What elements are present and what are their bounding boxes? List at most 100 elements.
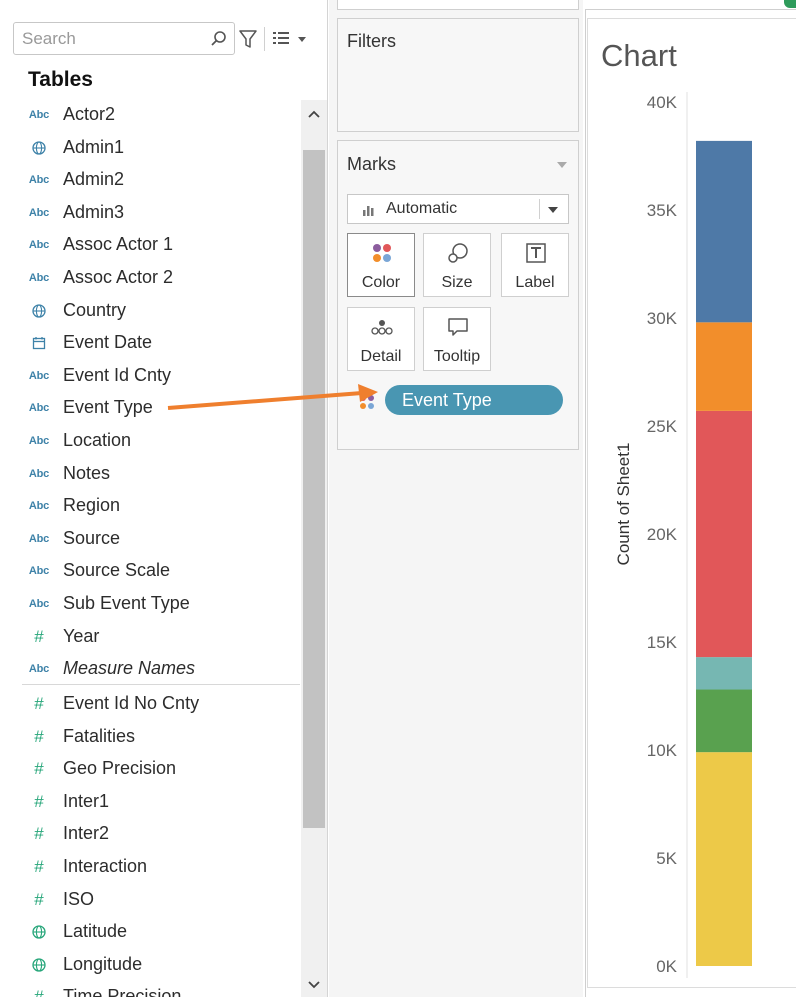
chart-svg[interactable]: 0K 5K 10K 15K 20K 25K 30K 35K 40K Count of Sheet1 (587, 18, 796, 988)
bar-segment-5[interactable] (696, 140, 752, 323)
field-label: Assoc Actor 2 (63, 267, 174, 287)
field-item-geo-precision[interactable]: # Geo Precision (22, 754, 300, 784)
field-item-assoc-actor-1[interactable]: Abc Assoc Actor 1 (22, 230, 300, 260)
field-label: Source Scale (63, 560, 171, 581)
abc-string-icon: Abc (28, 174, 50, 187)
field-label: Country (63, 299, 127, 320)
marks-title: Marks (347, 154, 396, 174)
field-item-interaction[interactable]: # Interaction (22, 852, 300, 882)
field-item-event-date[interactable]: Event Date (22, 328, 300, 358)
color-mark-label: Color (361, 274, 401, 291)
field-label: Region (63, 495, 121, 516)
size-circles-icon (448, 243, 468, 263)
y-tick-label: 20K (647, 525, 678, 544)
toolbar-separator (264, 27, 265, 51)
field-item-iso[interactable]: # ISO (22, 885, 300, 915)
globe-icon (28, 139, 50, 157)
hash-number-icon: # (34, 626, 44, 646)
globe-icon (28, 302, 50, 320)
abc-string-icon: Abc (28, 500, 50, 513)
filter-icon[interactable] (238, 28, 258, 50)
bar-segment-4[interactable] (696, 322, 752, 411)
search-icon[interactable] (210, 30, 228, 48)
y-tick-label: 5K (656, 849, 677, 868)
filters-title: Filters (347, 31, 396, 51)
bar-segment-1[interactable] (696, 689, 752, 753)
tooltip-mark-button[interactable]: Tooltip (423, 307, 491, 371)
abc-string-icon: Abc (28, 532, 50, 545)
bar-segment-2[interactable] (696, 657, 752, 690)
hash-number-icon: # (34, 889, 44, 909)
field-item-event-type[interactable]: Abc Event Type (22, 393, 300, 423)
field-item-fatalities[interactable]: # Fatalities (22, 722, 300, 752)
field-label: Sub Event Type (63, 593, 190, 613)
scrollbar-thumb[interactable] (303, 150, 325, 828)
size-mark-button[interactable]: Size (423, 233, 491, 297)
field-item-actor2[interactable]: Abc Actor2 (22, 100, 300, 130)
field-item-event-id-cnty[interactable]: Abc Event Id Cnty (22, 361, 300, 391)
field-item-inter1[interactable]: # Inter1 (22, 787, 300, 817)
mark-type-select[interactable]: Automatic (347, 194, 569, 224)
field-item-inter2[interactable]: # Inter2 (22, 819, 300, 849)
scroll-up-icon[interactable] (302, 104, 326, 124)
y-tick-label: 30K (647, 309, 678, 328)
filters-shelf[interactable]: Filters (337, 18, 579, 132)
field-item-year[interactable]: # Year (22, 622, 300, 652)
field-label: Location (63, 430, 132, 450)
scroll-down-icon[interactable] (302, 975, 326, 995)
event-type-color-pill[interactable]: Event Type (385, 385, 563, 415)
marks-card: Marks Automatic Color Size Label Detail … (337, 140, 579, 450)
select-separator (539, 199, 540, 219)
detail-mark-button[interactable]: Detail (347, 307, 415, 371)
field-item-latitude[interactable]: Latitude (22, 917, 300, 947)
abc-string-icon: Abc (28, 467, 50, 480)
field-item-region[interactable]: Abc Region (22, 491, 300, 521)
field-item-sub-event-type[interactable]: Abc Sub Event Type (22, 589, 300, 619)
chevron-down-icon[interactable] (556, 161, 568, 169)
field-item-admin1[interactable]: Admin1 (22, 133, 300, 163)
hash-number-icon: # (34, 857, 44, 876)
field-item-admin3[interactable]: Abc Admin3 (22, 198, 300, 228)
tooltip-mark-label: Tooltip (433, 348, 481, 365)
measures-divider (22, 684, 300, 685)
field-item-time-precision[interactable]: # Time Precision (22, 982, 300, 997)
bar-segment-0[interactable] (696, 752, 752, 966)
field-item-admin2[interactable]: Abc Admin2 (22, 165, 300, 195)
field-item-notes[interactable]: Abc Notes (22, 459, 300, 489)
abc-string-icon: Abc (28, 206, 50, 219)
color-mark-button[interactable]: Color (347, 233, 415, 297)
chevron-down-icon[interactable] (296, 34, 308, 44)
field-item-source-scale[interactable]: Abc Source Scale (22, 556, 300, 586)
field-item-source[interactable]: Abc Source (22, 524, 300, 554)
field-label: Inter2 (63, 823, 110, 844)
field-item-location[interactable]: Abc Location (22, 426, 300, 456)
field-item-measure-names[interactable]: Abc Measure Names (22, 654, 300, 684)
color-encoding-row: Event Type (358, 385, 568, 415)
chevron-down-icon[interactable] (547, 206, 559, 214)
data-pane: Tables Abc Actor2 Admin1 Abc Admin2 Abc Admin3… (0, 0, 328, 997)
list-view-icon[interactable] (272, 30, 290, 46)
abc-string-icon: Abc (28, 598, 50, 610)
abc-string-icon: Abc (28, 402, 50, 415)
label-mark-label: Label (515, 274, 555, 291)
text-label-icon (526, 243, 546, 263)
field-label: Event Type (63, 397, 153, 418)
bar-segment-3[interactable] (696, 410, 752, 658)
y-axis-label: Count of Sheet1 (614, 443, 633, 566)
field-label: Event Id Cnty (63, 364, 172, 385)
field-label: Inter1 (63, 790, 110, 811)
field-item-country[interactable]: Country (22, 296, 300, 326)
label-mark-button[interactable]: Label (501, 233, 569, 297)
color-dots-icon (360, 395, 374, 409)
pages-shelf (337, 0, 579, 10)
tables-heading: Tables (28, 68, 93, 91)
field-label: Latitude (63, 921, 128, 942)
field-label: Geo Precision (63, 758, 177, 779)
field-label: Assoc Actor 1 (63, 234, 174, 255)
field-list: Abc Actor2 Admin1 Abc Admin2 Abc Admin3 Abc Asso… (22, 100, 300, 997)
search-box[interactable] (13, 22, 235, 55)
field-item-longitude[interactable]: Longitude (22, 950, 300, 980)
field-item-event-id-no-cnty[interactable]: # Event Id No Cnty (22, 689, 300, 719)
search-input[interactable] (22, 27, 202, 51)
field-item-assoc-actor-2[interactable]: Abc Assoc Actor 2 (22, 263, 300, 293)
